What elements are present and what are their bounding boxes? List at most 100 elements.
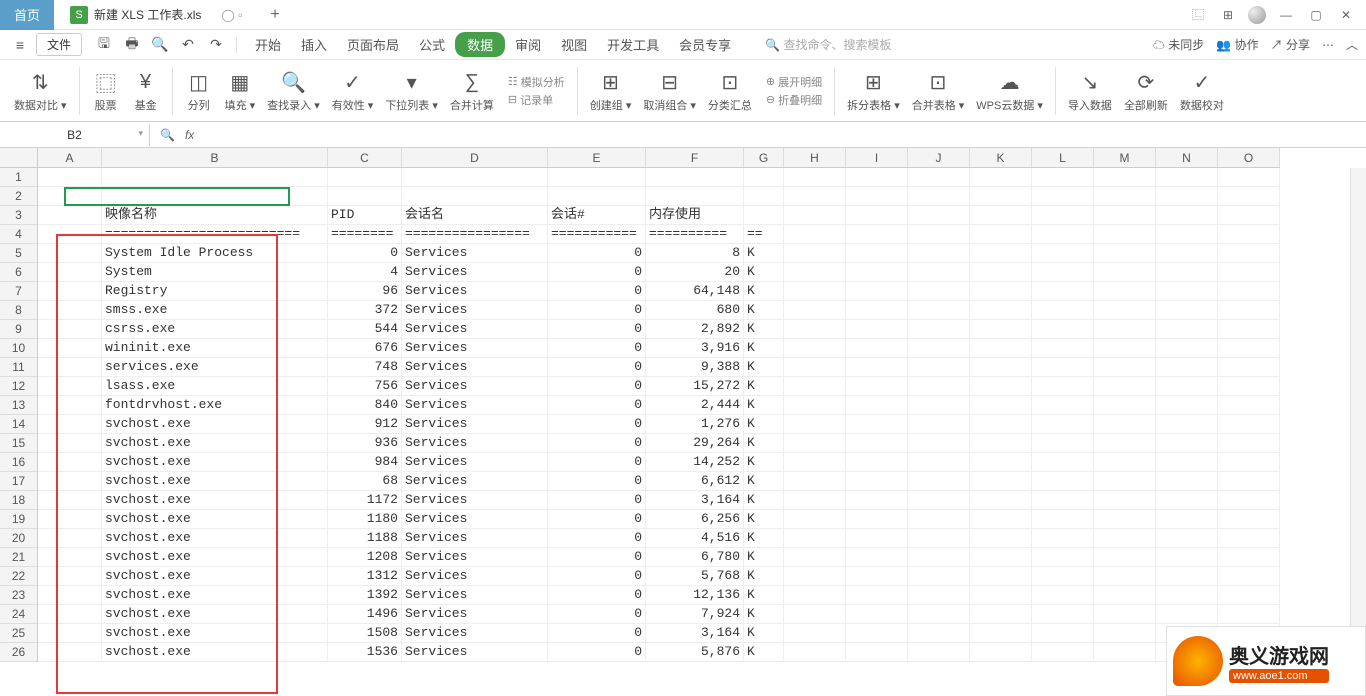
cell[interactable] xyxy=(38,415,102,434)
print-icon[interactable]: 🖶 xyxy=(120,33,144,57)
cell[interactable] xyxy=(784,434,846,453)
row-header-24[interactable]: 24 xyxy=(0,605,37,624)
cell[interactable] xyxy=(38,586,102,605)
cell[interactable] xyxy=(970,491,1032,510)
menu-开发工具[interactable]: 开发工具 xyxy=(597,31,669,58)
cell[interactable] xyxy=(1156,491,1218,510)
cell[interactable]: 64,148 xyxy=(646,282,744,301)
table-row[interactable]: svchost.exe1536Services05,876K xyxy=(38,643,1280,662)
cell[interactable]: 1208 xyxy=(328,548,402,567)
cell[interactable] xyxy=(1156,567,1218,586)
cell[interactable]: 0 xyxy=(548,358,646,377)
table-row[interactable]: smss.exe372Services0680K xyxy=(38,301,1280,320)
save-icon[interactable]: 🖫 xyxy=(92,33,116,57)
expand-detail-button[interactable]: ⊕ 展开明细 xyxy=(766,74,822,90)
table-row[interactable]: svchost.exe1392Services012,136K xyxy=(38,586,1280,605)
cell[interactable] xyxy=(784,396,846,415)
cell[interactable]: Services xyxy=(402,548,548,567)
cell[interactable]: 6,780 xyxy=(646,548,744,567)
cell[interactable] xyxy=(1032,301,1094,320)
cell[interactable] xyxy=(970,567,1032,586)
cell[interactable] xyxy=(1218,510,1280,529)
cell[interactable] xyxy=(1094,282,1156,301)
cell[interactable]: 3,164 xyxy=(646,624,744,643)
cell[interactable]: 0 xyxy=(548,434,646,453)
cell[interactable] xyxy=(1218,206,1280,225)
cell[interactable] xyxy=(38,472,102,491)
ribbon-查找录入[interactable]: 🔍查找录入 ▾ xyxy=(261,67,326,115)
cell[interactable] xyxy=(1218,529,1280,548)
ribbon-分列[interactable]: ◫分列 xyxy=(179,67,219,115)
cell[interactable] xyxy=(1218,377,1280,396)
cell[interactable] xyxy=(846,567,908,586)
cell[interactable] xyxy=(846,510,908,529)
row-header-13[interactable]: 13 xyxy=(0,396,37,415)
cell[interactable] xyxy=(908,548,970,567)
cell[interactable]: wininit.exe xyxy=(102,339,328,358)
table-row[interactable]: svchost.exe912Services01,276K xyxy=(38,415,1280,434)
share-button[interactable]: ↗ 分享 xyxy=(1271,36,1310,53)
cell[interactable]: K xyxy=(744,434,784,453)
cell[interactable] xyxy=(784,548,846,567)
column-headers[interactable]: ABCDEFGHIJKLMNO xyxy=(38,148,1280,168)
cell[interactable] xyxy=(846,206,908,225)
cell[interactable] xyxy=(970,643,1032,662)
cell[interactable] xyxy=(846,225,908,244)
cell[interactable] xyxy=(38,491,102,510)
cell[interactable] xyxy=(970,472,1032,491)
cell[interactable] xyxy=(970,396,1032,415)
cell[interactable]: 0 xyxy=(548,282,646,301)
cell[interactable] xyxy=(1032,168,1094,187)
more-icon[interactable]: ⋯ xyxy=(1322,38,1334,52)
cell[interactable] xyxy=(38,358,102,377)
cell[interactable] xyxy=(1032,282,1094,301)
cell[interactable]: Services xyxy=(402,567,548,586)
cell[interactable]: 0 xyxy=(328,244,402,263)
row-header-19[interactable]: 19 xyxy=(0,510,37,529)
minimize-button[interactable]: — xyxy=(1276,5,1296,25)
cell[interactable] xyxy=(970,168,1032,187)
cell[interactable] xyxy=(1156,320,1218,339)
cell[interactable] xyxy=(908,339,970,358)
menu-页面布局[interactable]: 页面布局 xyxy=(337,31,409,58)
select-all-corner[interactable] xyxy=(0,148,38,168)
cell[interactable] xyxy=(102,168,328,187)
cell[interactable]: Services xyxy=(402,586,548,605)
cell[interactable]: =========== xyxy=(548,225,646,244)
cell[interactable] xyxy=(970,415,1032,434)
cell[interactable] xyxy=(1032,548,1094,567)
cell[interactable]: PID xyxy=(328,206,402,225)
cell[interactable] xyxy=(1094,358,1156,377)
cell[interactable]: K xyxy=(744,548,784,567)
cell[interactable]: System Idle Process xyxy=(102,244,328,263)
cell[interactable]: Services xyxy=(402,510,548,529)
cell[interactable]: Services xyxy=(402,263,548,282)
cell[interactable]: 0 xyxy=(548,453,646,472)
cell[interactable]: 680 xyxy=(646,301,744,320)
cell[interactable]: Registry xyxy=(102,282,328,301)
table-row[interactable]: svchost.exe1312Services05,768K xyxy=(38,567,1280,586)
col-header-G[interactable]: G xyxy=(744,148,784,167)
cell[interactable] xyxy=(1094,472,1156,491)
cell[interactable] xyxy=(1094,320,1156,339)
cell[interactable] xyxy=(1032,396,1094,415)
cell[interactable] xyxy=(908,320,970,339)
cell[interactable] xyxy=(1094,263,1156,282)
cell[interactable] xyxy=(38,396,102,415)
cell[interactable] xyxy=(784,510,846,529)
cell[interactable] xyxy=(1094,510,1156,529)
row-header-11[interactable]: 11 xyxy=(0,358,37,377)
cell[interactable] xyxy=(970,206,1032,225)
cell[interactable] xyxy=(38,168,102,187)
cell[interactable]: K xyxy=(744,301,784,320)
tab-document[interactable]: S 新建 XLS 工作表.xls ◯ ▫ xyxy=(62,2,250,28)
cell[interactable] xyxy=(1094,453,1156,472)
cell[interactable] xyxy=(38,320,102,339)
cell[interactable]: 372 xyxy=(328,301,402,320)
cell[interactable] xyxy=(970,339,1032,358)
cell[interactable] xyxy=(970,605,1032,624)
cell[interactable]: 4 xyxy=(328,263,402,282)
cell[interactable]: Services xyxy=(402,358,548,377)
ribbon-有效性[interactable]: ✓有效性 ▾ xyxy=(326,67,380,115)
cell[interactable] xyxy=(908,472,970,491)
